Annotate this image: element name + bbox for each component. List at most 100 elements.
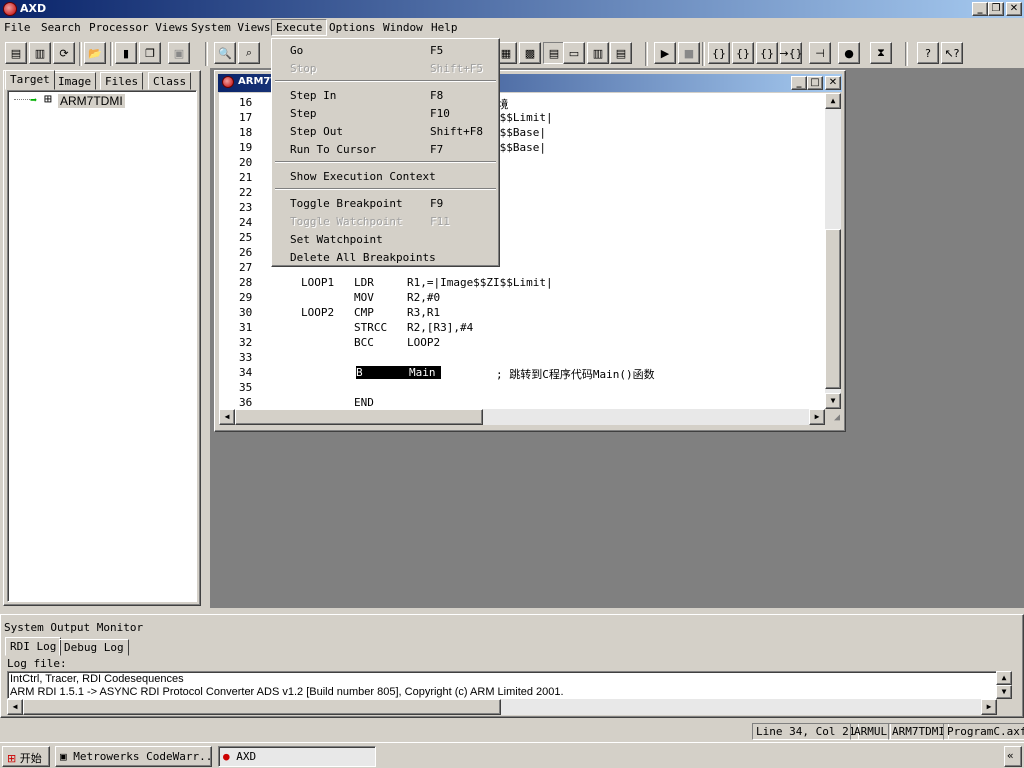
step-in-icon[interactable]: {} [708,42,730,64]
find-icon[interactable]: 🔍 [214,42,236,64]
tab-rdi-log[interactable]: RDI Log [5,637,62,656]
menu-bar: File Search Processor Views System Views… [0,18,1024,38]
menu-file[interactable]: File [4,21,31,34]
log-scroll-left-arrow-icon[interactable]: ◀ [7,699,23,715]
log-horizontal-scrollbar[interactable]: ◀ ▶ [7,699,997,715]
line-number: 28 [239,276,253,289]
tree-item-arm7tdmi[interactable]: ARM7TDMI [58,94,125,108]
toggle-breakpoint-icon[interactable]: ⊣ [809,42,831,64]
paste-icon[interactable]: ▣ [168,42,190,64]
source-close-button[interactable]: ✕ [825,76,841,90]
step-out-icon[interactable]: {} [756,42,778,64]
view-disassembly-icon[interactable]: ▥ [587,42,609,64]
vertical-scrollbar[interactable]: ▲ ▼ [825,93,841,409]
menu-search[interactable]: Search [41,21,81,34]
tab-files[interactable]: Files [100,72,144,90]
restore-button[interactable]: ❐ [988,2,1004,16]
menu-item-step-shortcut: F10 [430,107,450,120]
log-scroll-up-arrow-icon[interactable]: ▲ [996,671,1012,685]
menu-item-toggle-watchpoint: Toggle Watchpoint [290,215,403,228]
go-icon[interactable]: ▶ [654,42,676,64]
source-minimize-button[interactable]: _ [791,76,807,90]
scroll-up-arrow-icon[interactable]: ▲ [825,93,841,109]
menu-window[interactable]: Window [383,21,423,34]
log-file-label: Log file: [7,657,67,670]
tab-target[interactable]: Target [5,70,55,90]
menu-system-views[interactable]: System Views [191,21,270,34]
log-vertical-scrollbar[interactable]: ▲ ▼ [996,671,1012,699]
reload-image-icon[interactable]: ▥ [29,42,51,64]
menu-separator [275,80,496,82]
tray-expand-icon[interactable]: « [1004,746,1022,767]
menu-execute[interactable]: Execute [271,19,328,36]
menu-item-step-in[interactable]: Step In [290,89,336,102]
help-icon[interactable]: ? [917,42,939,64]
menu-item-step-out[interactable]: Step Out [290,125,343,138]
menu-item-delete-all-breakpoints[interactable]: Delete All Breakpoints [290,251,436,264]
toolbar: ▤ ▥ ⟳ 📂 ▮ ❐ ▣ 🔍 ⌕ ▦ ▩ ▤ ▭ ▥ ▤ ▶ ■ {} {} … [0,40,1024,68]
menu-item-toggle-watchpoint-shortcut: F11 [430,215,450,228]
view-watch-icon[interactable]: ▤ [610,42,632,64]
source-window-icon[interactable] [222,76,234,88]
menu-item-toggle-breakpoint-shortcut: F9 [430,197,444,210]
menu-options[interactable]: Options [329,21,375,34]
tab-image[interactable]: Image [53,72,97,90]
line-number: 32 [239,336,253,349]
minimize-button[interactable]: _ [972,2,988,16]
copy-icon[interactable]: ❐ [139,42,161,64]
menu-item-step[interactable]: Step [290,107,317,120]
start-button[interactable]: ⊞ 开始 [2,746,50,767]
tab-class[interactable]: Class [148,72,192,90]
menu-item-set-watchpoint[interactable]: Set Watchpoint [290,233,383,246]
close-button[interactable]: ✕ [1006,2,1022,16]
task-axd-label: AXD [236,750,257,763]
source-maximize-button[interactable]: □ [807,76,823,90]
vertical-scroll-thumb[interactable] [825,229,841,389]
step-icon[interactable]: {} [732,42,754,64]
view-source-icon[interactable]: ▤ [543,42,565,64]
hourglass-icon[interactable]: ⧗ [870,42,892,64]
run-to-cursor-icon[interactable]: →{} [779,42,803,64]
menu-item-toggle-breakpoint[interactable]: Toggle Breakpoint [290,197,403,210]
menu-item-run-to-cursor-shortcut: F7 [430,143,444,156]
context-help-icon[interactable]: ↖? [941,42,963,64]
log-line: IntCtrl, Tracer, RDI Codesequences [10,673,184,685]
view-console-icon[interactable]: ▭ [563,42,585,64]
scroll-left-arrow-icon[interactable]: ◀ [219,409,235,425]
log-scroll-right-arrow-icon[interactable]: ▶ [981,699,997,715]
toggle-watchpoint-icon[interactable]: ● [838,42,860,64]
scroll-right-arrow-icon[interactable]: ▶ [809,409,825,425]
task-axd[interactable]: ● AXD [218,746,376,767]
menu-item-run-to-cursor[interactable]: Run To Cursor [290,143,376,156]
line-number: 35 [239,381,253,394]
codewarrior-icon: ▣ [60,750,67,763]
status-processor: ARM7TDMI [888,723,949,740]
scroll-down-arrow-icon[interactable]: ▼ [825,393,841,409]
menu-item-show-execution-context[interactable]: Show Execution Context [290,170,436,183]
reload-icon[interactable]: ⟳ [53,42,75,64]
horizontal-scrollbar[interactable]: ◀ ▶ [219,409,825,425]
code-line: LOOP1 LDR R1,=|Image$$ZI$$Limit| [301,276,553,289]
axd-app-icon[interactable] [3,2,17,16]
code-comment: ; 跳转到C程序代码Main()函数 [496,368,655,381]
toolbar-separator [645,42,648,66]
open-folder-icon[interactable]: 📂 [84,42,106,64]
tab-debug-log[interactable]: Debug Log [59,639,129,656]
menu-help[interactable]: Help [431,21,458,34]
code-line: LOOP2 CMP R3,R1 [301,306,441,319]
stop-icon[interactable]: ■ [678,42,700,64]
task-metrowerks[interactable]: ▣ Metrowerks CodeWarr... [55,746,212,767]
view-memory-icon[interactable]: ▩ [519,42,541,64]
log-scroll-thumb[interactable] [23,699,501,715]
resize-grip-icon[interactable]: ◢ [826,411,840,425]
load-image-icon[interactable]: ▤ [5,42,27,64]
horizontal-scroll-thumb[interactable] [235,409,483,425]
menu-processor-views[interactable]: Processor Views [89,21,188,34]
log-text-area[interactable]: IntCtrl, Tracer, RDI Codesequences ARM R… [7,671,997,699]
menu-separator [275,161,496,163]
menu-item-go[interactable]: Go [290,44,303,57]
log-scroll-down-arrow-icon[interactable]: ▼ [996,685,1012,699]
find-next-icon[interactable]: ⌕ [238,42,260,64]
line-number: 27 [239,261,253,274]
save-icon[interactable]: ▮ [115,42,137,64]
